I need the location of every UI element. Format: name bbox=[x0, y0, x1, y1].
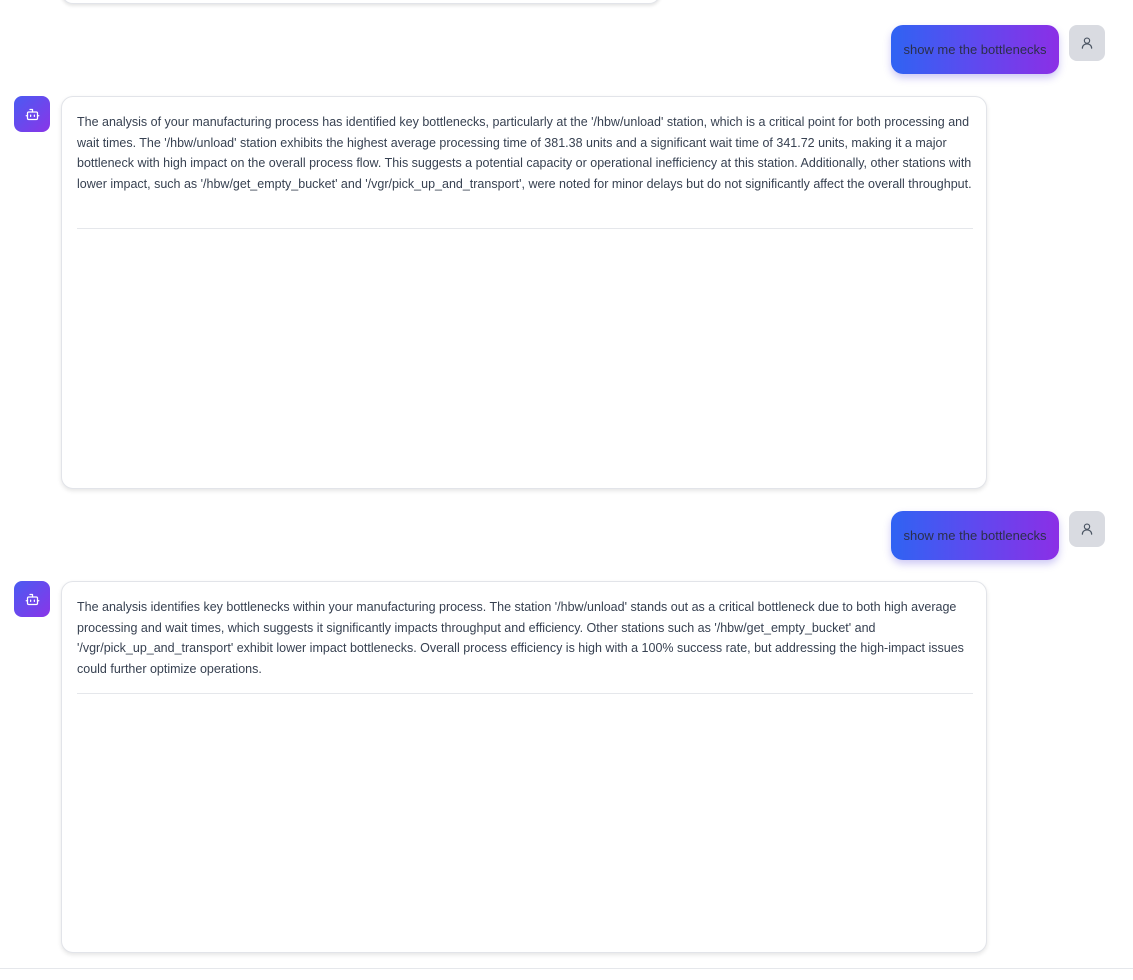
bot-icon bbox=[25, 593, 39, 605]
user-message-text: show me the bottlenecks bbox=[903, 42, 1047, 57]
message-divider bbox=[77, 693, 973, 694]
chat-page: show me the bottlenecks The analysis of … bbox=[0, 0, 1133, 980]
user-icon bbox=[1081, 37, 1093, 49]
chart-area bbox=[77, 230, 973, 475]
input-area-border bbox=[0, 968, 1133, 969]
bot-icon bbox=[25, 108, 39, 120]
user-message-text: show me the bottlenecks bbox=[903, 528, 1047, 543]
chart-area bbox=[77, 695, 973, 940]
assistant-message-card: The analysis of your manufacturing proce… bbox=[61, 96, 987, 489]
message-divider bbox=[77, 228, 973, 229]
user-avatar bbox=[1069, 511, 1105, 547]
assistant-message-card: The analysis identifies key bottlenecks … bbox=[61, 581, 987, 953]
bot-avatar bbox=[14, 581, 50, 617]
previous-message-card bbox=[61, 0, 661, 4]
user-avatar bbox=[1069, 25, 1105, 61]
user-icon bbox=[1081, 523, 1093, 535]
user-message-bubble: show me the bottlenecks bbox=[891, 511, 1059, 560]
user-message-bubble: show me the bottlenecks bbox=[891, 25, 1059, 74]
assistant-message-text: The analysis of your manufacturing proce… bbox=[77, 115, 972, 191]
bot-avatar bbox=[14, 96, 50, 132]
assistant-message-text: The analysis identifies key bottlenecks … bbox=[77, 600, 964, 676]
